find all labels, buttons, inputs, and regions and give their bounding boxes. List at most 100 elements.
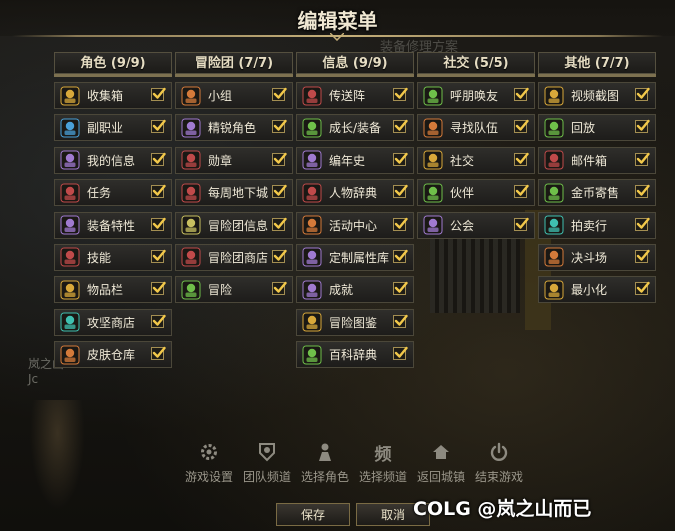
adventure-flag-icon xyxy=(181,280,201,300)
menu-item-checkbox[interactable] xyxy=(151,217,166,231)
menu-item-row[interactable]: 视频截图 xyxy=(538,82,656,109)
menu-item-row[interactable]: 攻坚商店 xyxy=(54,308,172,336)
menu-item-row[interactable]: 拍卖行 xyxy=(538,211,656,239)
menu-item-row[interactable]: 技能 xyxy=(54,243,172,271)
menu-item-row[interactable]: 任务 xyxy=(54,179,172,207)
menu-item-checkbox[interactable] xyxy=(151,346,166,361)
menu-item-checkbox[interactable] xyxy=(151,249,166,263)
menu-item-row[interactable]: 伙伴 xyxy=(417,179,535,207)
menu-item-row[interactable]: 人物辞典 xyxy=(296,179,414,207)
menu-item-checkbox[interactable] xyxy=(272,184,287,199)
menu-item-row[interactable]: 成就 xyxy=(296,276,414,304)
system-menu-button[interactable]: 结束游戏 xyxy=(470,440,528,485)
system-menu-bar: 游戏设置 团队频道 选择角色频选择频道 返回城镇 结束游戏 xyxy=(180,440,528,485)
character-dictionary-icon xyxy=(302,183,322,203)
menu-item-checkbox[interactable] xyxy=(393,346,408,361)
crossed-swords-icon xyxy=(544,247,564,267)
menu-item-checkbox[interactable] xyxy=(635,282,650,296)
menu-item-row[interactable]: 勋章 xyxy=(175,146,293,174)
menu-item-checkbox[interactable] xyxy=(393,217,408,231)
menu-item-row[interactable]: 邮件箱 xyxy=(538,146,656,174)
menu-item-checkbox[interactable] xyxy=(272,282,287,296)
menu-item-row[interactable]: 每周地下城 xyxy=(175,179,293,207)
menu-item-row[interactable]: 回放 xyxy=(538,114,656,142)
menu-item-row[interactable]: 寻找队伍 xyxy=(417,114,535,142)
menu-item-checkbox[interactable] xyxy=(272,87,287,101)
menu-item-checkbox[interactable] xyxy=(151,152,166,166)
menu-item-checkbox[interactable] xyxy=(151,314,166,328)
menu-item-row[interactable]: 金币寄售 xyxy=(538,179,656,207)
menu-item-checkbox[interactable] xyxy=(635,184,650,199)
power-icon xyxy=(470,440,528,464)
menu-item-checkbox[interactable] xyxy=(393,152,408,166)
menu-item-row[interactable]: 公会 xyxy=(417,211,535,239)
menu-item-row[interactable]: 精锐角色 xyxy=(175,114,293,142)
menu-item-label: 皮肤仓库 xyxy=(87,348,136,363)
menu-item-row[interactable]: 冒险 xyxy=(175,276,293,304)
menu-item-label: 编年史 xyxy=(329,153,366,168)
menu-item-row[interactable]: 收集箱 xyxy=(54,82,172,109)
menu-item-row[interactable]: 活动中心 xyxy=(296,211,414,239)
menu-item-checkbox[interactable] xyxy=(393,184,408,199)
menu-item-label: 公会 xyxy=(450,218,475,233)
menu-item-checkbox[interactable] xyxy=(514,217,529,231)
menu-item-checkbox[interactable] xyxy=(635,87,650,101)
menu-item-checkbox[interactable] xyxy=(272,249,287,263)
menu-item-row[interactable]: 最小化 xyxy=(538,276,656,304)
menu-item-checkbox[interactable] xyxy=(514,152,529,166)
save-button[interactable]: 保存 xyxy=(276,503,350,526)
menu-item-checkbox[interactable] xyxy=(151,120,166,134)
menu-item-checkbox[interactable] xyxy=(514,120,529,134)
menu-item-checkbox[interactable] xyxy=(151,184,166,199)
menu-item-checkbox[interactable] xyxy=(272,217,287,231)
menu-item-checkbox[interactable] xyxy=(635,120,650,134)
menu-item-checkbox[interactable] xyxy=(635,152,650,166)
system-menu-button[interactable]: 选择角色 xyxy=(296,440,354,485)
menu-item-row[interactable]: 呼朋唤友 xyxy=(417,82,535,109)
menu-item-checkbox[interactable] xyxy=(635,249,650,263)
menu-item-row[interactable]: 冒险团商店 xyxy=(175,243,293,271)
menu-item-label: 勋章 xyxy=(208,153,233,168)
menu-item-label: 物品栏 xyxy=(87,283,124,298)
achievement-scroll-icon xyxy=(302,280,322,300)
menu-item-checkbox[interactable] xyxy=(393,249,408,263)
chronicle-gear-icon xyxy=(302,150,322,170)
system-menu-button[interactable]: 团队频道 xyxy=(238,440,296,485)
menu-item-row[interactable]: 定制属性库 xyxy=(296,243,414,271)
menu-item-checkbox[interactable] xyxy=(393,282,408,296)
player-character xyxy=(30,400,85,510)
menu-item-row[interactable]: 决斗场 xyxy=(538,243,656,271)
menu-item-checkbox[interactable] xyxy=(272,152,287,166)
party-group-icon xyxy=(181,86,201,106)
menu-item-row[interactable]: 物品栏 xyxy=(54,276,172,304)
menu-item-checkbox[interactable] xyxy=(272,120,287,134)
menu-item-label: 冒险团商店 xyxy=(208,250,269,265)
menu-item-row[interactable]: 装备特性 xyxy=(54,211,172,239)
menu-item-row[interactable]: 我的信息 xyxy=(54,146,172,174)
menu-item-checkbox[interactable] xyxy=(151,87,166,101)
menu-item-row[interactable]: 副职业 xyxy=(54,114,172,142)
menu-item-checkbox[interactable] xyxy=(635,217,650,231)
menu-item-row[interactable]: 社交 xyxy=(417,146,535,174)
menu-item-row[interactable]: 成长/装备 xyxy=(296,114,414,142)
menu-item-checkbox[interactable] xyxy=(393,120,408,134)
system-menu-label: 团队频道 xyxy=(242,470,291,484)
menu-item-row[interactable]: 冒险图鉴 xyxy=(296,308,414,336)
menu-item-row[interactable]: 皮肤仓库 xyxy=(54,341,172,369)
menu-item-checkbox[interactable] xyxy=(393,314,408,328)
menu-item-row[interactable]: 小组 xyxy=(175,82,293,109)
system-menu-button[interactable]: 返回城镇 xyxy=(412,440,470,485)
system-menu-button[interactable]: 游戏设置 xyxy=(180,440,238,485)
menu-item-checkbox[interactable] xyxy=(151,282,166,296)
menu-item-row[interactable]: 编年史 xyxy=(296,146,414,174)
menu-item-row[interactable]: 百科辞典 xyxy=(296,341,414,369)
menu-item-checkbox[interactable] xyxy=(514,184,529,199)
menu-item-checkbox[interactable] xyxy=(514,87,529,101)
menu-item-row[interactable]: 传送阵 xyxy=(296,82,414,109)
find-party-icon xyxy=(423,118,443,138)
menu-item-label: 金币寄售 xyxy=(571,186,620,201)
menu-item-checkbox[interactable] xyxy=(393,87,408,101)
menu-item-row[interactable]: 冒险团信息 xyxy=(175,211,293,239)
system-menu-button[interactable]: 频选择频道 xyxy=(354,440,412,485)
menu-item-label: 最小化 xyxy=(571,283,608,298)
